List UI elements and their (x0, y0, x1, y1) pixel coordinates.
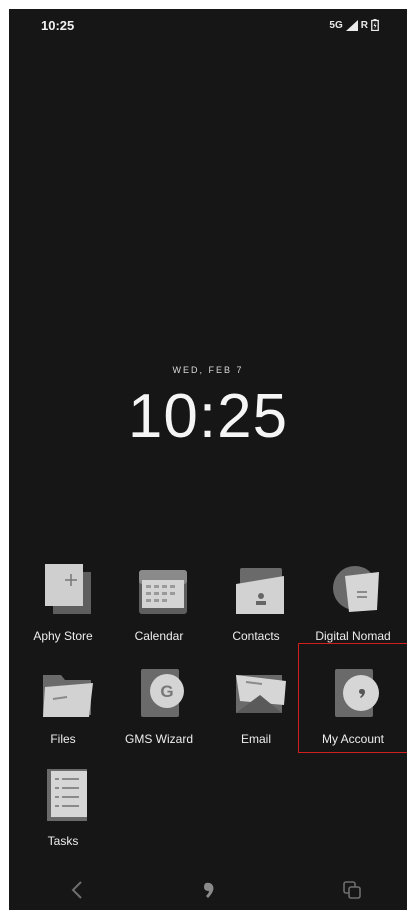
home-screen: 10:25 5G R WED, FEB 7 10:25 Aphy Store C… (9, 9, 407, 910)
app-gms-wizard[interactable]: G GMS Wizard (107, 665, 203, 761)
calendar-icon (139, 570, 187, 614)
status-time: 10:25 (41, 18, 75, 33)
selection-highlight (298, 643, 407, 753)
app-calendar[interactable]: Calendar (107, 562, 203, 658)
status-icons: 5G R (329, 19, 379, 31)
signal-icon (345, 19, 358, 31)
app-email[interactable]: Email (204, 665, 300, 761)
clock-date: WED, FEB 7 (172, 365, 244, 375)
roaming-indicator: R (360, 19, 368, 31)
navigation-bar (9, 869, 407, 909)
network-type: 5G (329, 19, 343, 31)
tasks-icon (47, 769, 87, 821)
app-label: Email (240, 732, 271, 746)
app-label: Contacts (232, 629, 280, 643)
app-label: Aphy Store (33, 629, 93, 643)
digital-nomad-icon (333, 566, 379, 612)
app-label: Digital Nomad (315, 629, 391, 643)
back-icon[interactable] (65, 877, 91, 903)
app-files[interactable]: Files (11, 665, 107, 761)
aphy-store-icon (45, 564, 91, 614)
app-aphy-store[interactable]: Aphy Store (11, 562, 107, 658)
gms-wizard-icon: G (141, 669, 184, 717)
app-contacts[interactable]: Contacts (204, 562, 300, 658)
svg-text:G: G (160, 682, 173, 701)
app-label: Tasks (47, 834, 79, 848)
status-bar: 10:25 5G R (9, 9, 407, 43)
battery-icon (371, 19, 379, 31)
home-icon[interactable] (196, 877, 222, 903)
app-label: Files (50, 732, 76, 746)
clock-time: 10:25 (127, 382, 289, 451)
app-label: Calendar (134, 629, 184, 643)
app-tasks[interactable]: Tasks (11, 767, 107, 863)
contacts-icon (236, 568, 284, 614)
email-icon (236, 675, 286, 713)
recent-apps-icon[interactable] (339, 877, 365, 903)
folder-icon (43, 675, 93, 717)
app-label: GMS Wizard (124, 732, 193, 746)
